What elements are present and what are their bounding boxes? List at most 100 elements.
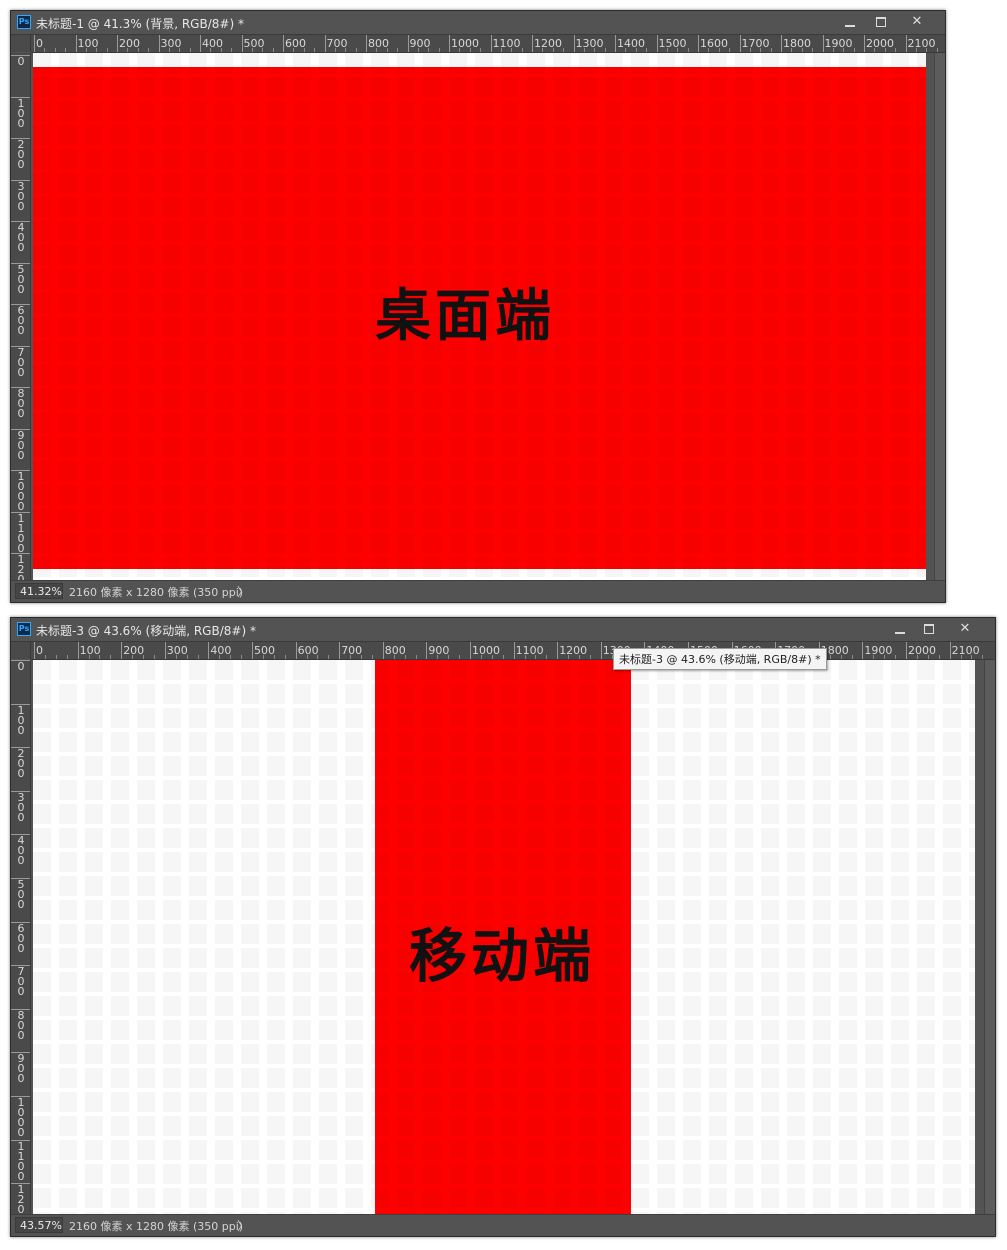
ruler-tick	[698, 35, 699, 52]
watermark-row	[33, 485, 926, 505]
minimize-button[interactable]	[887, 619, 913, 639]
ruler-minor-tick	[502, 655, 504, 659]
ruler-minor-tick	[915, 48, 917, 52]
ruler-tick-label: 1200	[17, 553, 25, 580]
watermark-row	[33, 828, 975, 848]
ruler-minor-tick	[306, 655, 308, 659]
vertical-ruler[interactable]: 0 100 200 300 400 500 600 700 800 900 100011001200	[11, 53, 31, 580]
ruler-minor-tick	[729, 48, 731, 52]
ruler-minor-tick	[480, 48, 482, 52]
ruler-tick-label: 1200	[559, 644, 588, 657]
status-menu-arrow-icon[interactable]: 〉	[237, 583, 249, 600]
ruler-minor-tick	[303, 48, 305, 52]
watermark-row	[33, 1188, 975, 1208]
ruler-tick	[339, 642, 341, 659]
zoom-level-field[interactable]: 43.57%	[15, 1217, 63, 1233]
ruler-minor-tick	[874, 48, 876, 52]
ruler-tick-label: 500	[17, 878, 25, 911]
title-bar[interactable]: Ps 未标题-1 @ 41.3% (背景, RGB/8#) * ✕	[11, 11, 945, 35]
document-window-mobile[interactable]: Ps 未标题-3 @ 43.6% (移动端, RGB/8#) * ✕ 0 100 2…	[10, 617, 996, 1237]
ruler-minor-tick	[179, 48, 181, 52]
ruler-tick-label: 300	[17, 179, 25, 213]
watermark-row	[33, 437, 926, 457]
ruler-minor-tick	[749, 48, 751, 52]
ruler-tick	[34, 642, 35, 659]
ruler-minor-tick	[801, 48, 803, 52]
ruler-tick	[241, 35, 243, 52]
ruler-tick	[739, 35, 741, 52]
ruler-minor-tick	[568, 655, 570, 659]
horizontal-ruler[interactable]: 0 100 200 300 400 500 600 700 800 900 1000 1100 1200…	[31, 642, 995, 660]
ruler-tick-label: 1300	[575, 37, 604, 50]
ruler-tick-label: 400	[17, 221, 25, 254]
ruler-minor-tick	[832, 48, 834, 52]
ruler-minor-tick	[272, 48, 274, 52]
document-size: 2160 像素 x 1280 像素 (350 ppi)	[69, 586, 244, 599]
ruler-minor-tick	[55, 655, 57, 659]
ruler-minor-tick	[393, 655, 395, 659]
ruler-tick	[864, 35, 865, 52]
maximize-button[interactable]	[868, 12, 894, 32]
minimize-button[interactable]	[837, 12, 863, 32]
ruler-tick-label: 800	[17, 387, 25, 420]
ruler-minor-tick	[770, 48, 772, 52]
ruler-corner[interactable]	[11, 35, 31, 52]
ruler-tick	[906, 642, 907, 659]
ruler-tick-label: 800	[17, 1008, 25, 1042]
close-button[interactable]: ✕	[952, 619, 978, 639]
status-bar: 41.32% 2160 像素 x 1280 像素 (350 ppi) 〉	[11, 580, 945, 602]
ruler-minor-tick	[853, 48, 855, 52]
watermark-row	[33, 53, 926, 73]
ruler-minor-tick	[563, 48, 565, 52]
document-canvas[interactable]: 移动端	[33, 660, 975, 1216]
vertical-ruler[interactable]: 0 100 200 300 400 500 600 700 800 900 100011001200	[11, 660, 31, 1214]
document-size: 2160 像素 x 1280 像素 (350 ppi)	[69, 1220, 244, 1233]
ruler-minor-tick	[971, 655, 973, 659]
ruler-minor-tick	[840, 655, 842, 659]
ruler-tick	[862, 642, 864, 659]
ruler-minor-tick	[361, 655, 362, 659]
ruler-corner[interactable]	[11, 642, 31, 659]
ruler-minor-tick	[127, 48, 129, 52]
ruler-minor-tick	[926, 48, 928, 52]
ruler-minor-tick	[397, 48, 399, 52]
ruler-tick	[252, 642, 253, 659]
canvas-workspace[interactable]: 移动端	[31, 660, 995, 1216]
watermark-row	[33, 804, 975, 824]
watermark-row	[33, 101, 926, 121]
maximize-button[interactable]	[916, 619, 942, 639]
watermark-row	[33, 732, 975, 752]
document-window-desktop[interactable]: Ps 未标题-1 @ 41.3% (背景, RGB/8#) * ✕ 0 100 20…	[10, 10, 946, 603]
watermark-row	[33, 557, 926, 577]
vertical-scrollbar[interactable]	[984, 660, 995, 1216]
ruler-tick-label: 800	[384, 644, 406, 657]
ruler-tick-label: 200	[123, 644, 145, 657]
ruler-minor-tick	[355, 48, 357, 52]
ruler-tick	[470, 642, 471, 659]
close-button[interactable]: ✕	[904, 12, 930, 32]
ruler-minor-tick	[469, 48, 471, 52]
ruler-minor-tick	[371, 655, 373, 659]
document-canvas[interactable]: 桌面端	[33, 53, 926, 582]
ruler-minor-tick	[535, 655, 537, 659]
status-menu-arrow-icon[interactable]: 〉	[237, 1217, 249, 1234]
ruler-tick	[324, 35, 326, 52]
watermark-row	[33, 509, 926, 529]
ruler-tick-label: 900	[17, 1052, 25, 1086]
watermark-row	[33, 365, 926, 385]
horizontal-ruler[interactable]: 0 100 200 300 400 500 600 700 800 900 1000 1100 1200…	[31, 35, 945, 53]
watermark-row	[33, 996, 975, 1016]
ruler-tick	[781, 35, 782, 52]
ruler-minor-tick	[895, 655, 897, 659]
ruler-minor-tick	[851, 655, 853, 659]
ruler-tick-label: 1200	[534, 37, 562, 50]
zoom-level-field[interactable]: 41.32%	[15, 583, 63, 599]
ruler-tick	[164, 642, 166, 659]
ruler-minor-tick	[137, 48, 139, 52]
title-bar[interactable]: Ps 未标题-3 @ 43.6% (移动端, RGB/8#) * ✕	[11, 618, 995, 642]
canvas-workspace[interactable]: 桌面端	[31, 53, 945, 583]
ruler-tick-label: 900	[17, 428, 25, 462]
ruler-minor-tick	[66, 655, 68, 659]
vertical-scrollbar[interactable]	[934, 53, 945, 583]
watermark-row	[33, 1068, 975, 1088]
